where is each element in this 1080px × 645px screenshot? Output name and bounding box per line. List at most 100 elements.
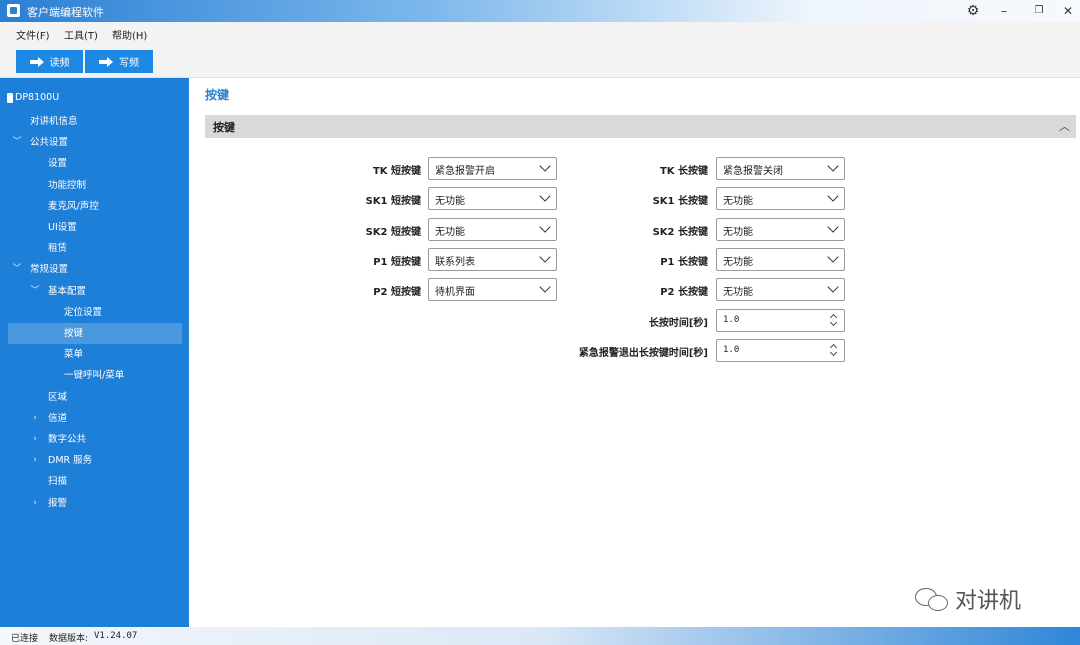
read-button[interactable]: 读频 bbox=[16, 50, 83, 73]
chevron-down-icon bbox=[828, 162, 838, 172]
device-node[interactable]: DP8100U bbox=[7, 92, 59, 103]
emergency-exit-time-spinbox[interactable]: 1.0 bbox=[716, 338, 845, 362]
sidebar-item-label: 菜单 bbox=[64, 349, 84, 361]
main-panel: 按键 按键 ︿ TK 短按键 紧急报警开启 SK1 短按键 无功能 SK2 短按键 无功能… bbox=[189, 78, 1080, 627]
sidebar-item[interactable]: › 信道 bbox=[8, 408, 182, 429]
long-press-0-select[interactable]: 紧急报警关闭 bbox=[716, 157, 845, 180]
section-header[interactable]: 按键 ︿ bbox=[205, 115, 1076, 138]
sidebar-item[interactable]: › 数字公共 bbox=[8, 429, 182, 450]
long-press-4-value: 无功能 bbox=[723, 287, 753, 299]
chevron-down-icon bbox=[540, 283, 550, 293]
sidebar-item[interactable]: 扫描 bbox=[8, 471, 182, 492]
watermark: 对讲机 bbox=[915, 583, 1021, 615]
sidebar-item[interactable]: 对讲机信息 bbox=[8, 111, 182, 132]
settings-gear-icon[interactable]: ⚙ bbox=[961, 2, 985, 20]
write-button[interactable]: 写频 bbox=[85, 50, 153, 73]
chevron-down-icon bbox=[828, 192, 838, 202]
sidebar-item-label: DMR 服务 bbox=[48, 455, 93, 467]
chevron-down-icon bbox=[828, 223, 838, 233]
short-press-1-select[interactable]: 无功能 bbox=[428, 187, 557, 211]
sidebar-item[interactable]: ﹀ 常规设置 bbox=[8, 259, 182, 280]
version-value: V1.24.07 bbox=[94, 631, 138, 641]
long-press-time-value: 1.0 bbox=[723, 314, 740, 325]
close-button[interactable]: ✕ bbox=[1056, 2, 1080, 20]
sidebar-nav: DP8100U 对讲机信息 ﹀ 公共设置 设置 功能控制 麦克风/声控 UI设置 租赁 ﹀ 常规设… bbox=[0, 78, 189, 627]
connection-status: 已连接 bbox=[11, 634, 39, 644]
sidebar-item[interactable]: 按键 bbox=[8, 323, 182, 344]
sidebar-item[interactable]: 区域 bbox=[8, 387, 182, 408]
sidebar-item[interactable]: 租赁 bbox=[8, 238, 182, 259]
sidebar-item-label: 一键呼叫/菜单 bbox=[64, 370, 125, 382]
short-press-2-value: 无功能 bbox=[435, 226, 465, 238]
minimize-button[interactable]: – bbox=[992, 2, 1016, 20]
short-press-3-select[interactable]: 联系列表 bbox=[428, 247, 557, 271]
sidebar-item[interactable]: 麦克风/声控 bbox=[8, 196, 182, 217]
short-press-0-select[interactable]: 紧急报警开启 bbox=[428, 157, 557, 180]
sidebar-item-label: 设置 bbox=[48, 158, 68, 170]
long-press-2-select[interactable]: 无功能 bbox=[716, 217, 845, 241]
menu-help[interactable]: 帮助(H) bbox=[112, 27, 147, 42]
sidebar-item[interactable]: UI设置 bbox=[8, 217, 182, 238]
short-press-0-label: TK 短按键 bbox=[372, 166, 421, 177]
chevron-down-icon bbox=[540, 253, 550, 263]
chevron-right-icon[interactable]: › bbox=[30, 450, 40, 471]
write-arrow-icon bbox=[99, 56, 113, 68]
short-press-1-label: SK1 短按键 bbox=[365, 196, 421, 208]
long-press-1-select[interactable]: 无功能 bbox=[716, 187, 845, 211]
sidebar-item[interactable]: 菜单 bbox=[8, 344, 182, 365]
long-press-3-label: P1 长按键 bbox=[660, 256, 708, 268]
sidebar-item[interactable]: › 报警 bbox=[8, 493, 182, 514]
long-press-time-label: 长按时间[秒] bbox=[648, 317, 708, 329]
long-press-4-select[interactable]: 无功能 bbox=[716, 278, 845, 302]
sidebar-item-label: 数字公共 bbox=[48, 434, 87, 445]
long-press-time-spinbox[interactable]: 1.0 bbox=[716, 308, 845, 332]
menu-tools[interactable]: 工具(T) bbox=[64, 27, 98, 42]
long-press-0-value: 紧急报警关闭 bbox=[723, 166, 783, 177]
sidebar-item-label: 公共设置 bbox=[30, 137, 69, 149]
version-label: 数据版本: bbox=[49, 634, 89, 644]
short-press-3-value: 联系列表 bbox=[435, 256, 475, 268]
short-press-0-value: 紧急报警开启 bbox=[435, 166, 495, 177]
sidebar-item-label: 租赁 bbox=[48, 243, 68, 255]
short-press-3-label: P1 短按键 bbox=[373, 256, 421, 268]
chevron-right-icon[interactable]: › bbox=[30, 408, 40, 429]
read-arrow-icon bbox=[29, 56, 44, 68]
sidebar-item-label: 基本配置 bbox=[48, 285, 87, 297]
chevron-up-icon[interactable]: ︿ bbox=[1059, 118, 1070, 134]
sidebar-item[interactable]: ﹀ 公共设置 bbox=[8, 132, 182, 153]
short-press-2-select[interactable]: 无功能 bbox=[428, 217, 557, 241]
chevron-down-icon[interactable]: ﹀ bbox=[30, 281, 40, 302]
chevron-down-icon[interactable]: ﹀ bbox=[12, 132, 22, 153]
long-press-1-label: SK1 长按键 bbox=[652, 196, 708, 208]
sidebar-item[interactable]: 功能控制 bbox=[8, 175, 182, 196]
watermark-text: 对讲机 bbox=[955, 589, 1022, 614]
sidebar-item-label: 按键 bbox=[64, 328, 84, 339]
page-title: 按键 bbox=[205, 88, 230, 102]
sidebar-item[interactable]: › DMR 服务 bbox=[8, 450, 182, 471]
menu-bar: 文件(F) 工具(T) 帮助(H) bbox=[0, 22, 1080, 44]
chevron-down-icon bbox=[540, 223, 550, 233]
short-press-4-select[interactable]: 待机界面 bbox=[428, 278, 557, 302]
spin-updown-icon[interactable] bbox=[829, 343, 838, 358]
sidebar-item-label: 功能控制 bbox=[48, 179, 87, 191]
sidebar-item[interactable]: 设置 bbox=[8, 153, 182, 174]
chevron-down-icon[interactable]: ﹀ bbox=[12, 259, 22, 280]
menu-file[interactable]: 文件(F) bbox=[16, 27, 50, 42]
read-button-label: 读频 bbox=[49, 58, 70, 69]
sidebar-item[interactable]: 一键呼叫/菜单 bbox=[8, 365, 182, 386]
section-title: 按键 bbox=[213, 121, 235, 134]
radio-device-icon bbox=[7, 92, 13, 103]
chevron-right-icon[interactable]: › bbox=[30, 493, 40, 514]
emergency-exit-time-label: 紧急报警退出长按键时间[秒] bbox=[578, 347, 708, 359]
chevron-down-icon bbox=[828, 253, 838, 263]
long-press-3-select[interactable]: 无功能 bbox=[716, 247, 845, 271]
sidebar-item[interactable]: ﹀ 基本配置 bbox=[8, 281, 182, 302]
sidebar-item-label: UI设置 bbox=[48, 222, 77, 233]
sidebar-item[interactable]: 定位设置 bbox=[8, 302, 182, 323]
spin-updown-icon[interactable] bbox=[829, 313, 838, 328]
chevron-down-icon bbox=[540, 162, 550, 172]
chevron-right-icon[interactable]: › bbox=[30, 429, 40, 450]
short-press-4-value: 待机界面 bbox=[435, 287, 475, 299]
sidebar-item-label: 常规设置 bbox=[30, 264, 69, 276]
restore-button[interactable]: ❐ bbox=[1027, 2, 1051, 20]
